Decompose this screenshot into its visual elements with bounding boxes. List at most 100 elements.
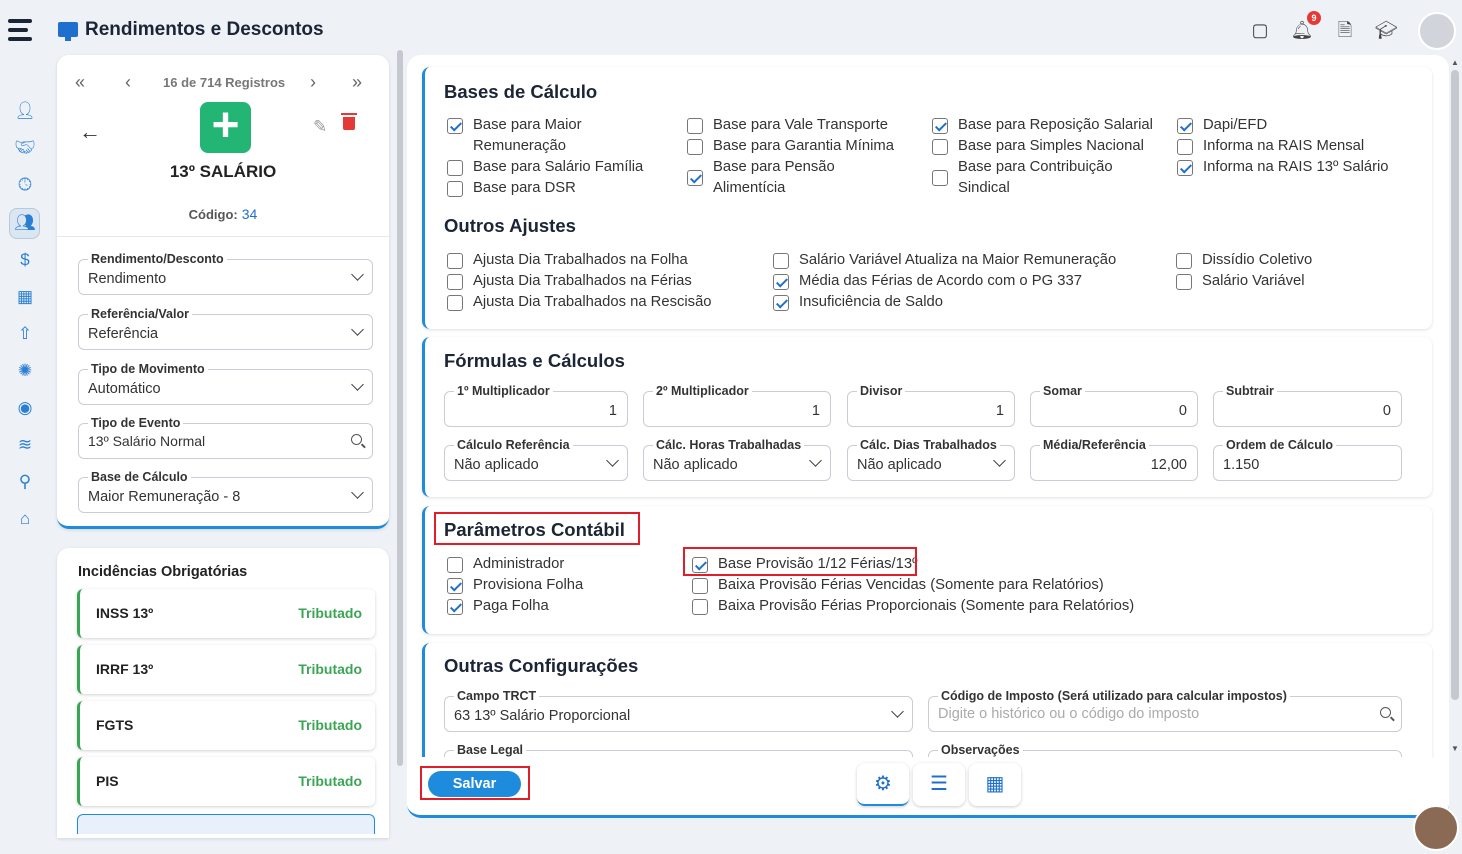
code-label: Código: <box>188 207 238 222</box>
calculator-icon[interactable]: ▦ <box>969 763 1021 806</box>
checkbox-label: Provisiona Folha <box>473 577 584 593</box>
media-referencia-input[interactable]: Média/Referência 12,00 <box>1030 438 1198 481</box>
back-arrow-icon[interactable]: ← <box>79 119 101 145</box>
somar-input[interactable]: Somar 0 <box>1030 384 1198 427</box>
first-record-button[interactable]: « <box>75 72 85 93</box>
calc-horas-select[interactable]: Cálc. Horas Trabalhadas Não aplicado <box>643 438 831 481</box>
left-scrollbar[interactable] <box>397 50 403 766</box>
field-label: Divisor <box>857 384 906 398</box>
incidence-status: Tributado <box>298 773 362 789</box>
money-bag-icon[interactable]: ◉ <box>12 395 38 421</box>
checkbox-provisiona-folha[interactable]: Provisiona Folha <box>447 575 583 596</box>
checkbox-base-reposicao-salarial[interactable]: Base para Reposição Salarial <box>932 115 1153 136</box>
next-record-button[interactable]: › <box>310 72 316 93</box>
user-settings-icon[interactable]: 👤︎ <box>12 98 38 124</box>
person-arrow-icon[interactable]: ⇧ <box>12 321 38 347</box>
divisor-input[interactable]: Divisor 1 <box>847 384 1015 427</box>
tipo-movimento-select[interactable]: Tipo de Movimento Automático <box>78 362 373 405</box>
checkbox-ajusta-folha[interactable]: Ajusta Dia Trabalhados na Folha <box>447 250 688 271</box>
incidence-item[interactable]: FGTS Tributado <box>77 701 375 750</box>
checkbox-base-dsr[interactable]: Base para DSR <box>447 178 576 199</box>
base-calculo-select[interactable]: Base de Cálculo Maior Remuneração - 8 <box>78 470 373 513</box>
users-icon[interactable]: 👥︎ <box>12 210 38 236</box>
tipo-evento-search[interactable]: Tipo de Evento 13º Salário Normal <box>78 416 373 459</box>
incidence-item-partial[interactable] <box>77 814 375 834</box>
checkbox-ajusta-ferias[interactable]: Ajusta Dia Trabalhados na Férias <box>447 271 692 292</box>
checkbox-baixa-ferias-vencidas[interactable]: Baixa Provisão Férias Vencidas (Somente … <box>692 575 1104 596</box>
incidence-item[interactable]: IRRF 13º Tributado <box>77 645 375 694</box>
calc-dias-select[interactable]: Cálc. Dias Trabalhados Não aplicado <box>847 438 1015 481</box>
avatar[interactable] <box>1418 12 1456 50</box>
checkbox-base-salario-familia[interactable]: Base para Salário Família <box>447 157 643 178</box>
checkbox-base-maior-remuneracao[interactable]: Base para Maior Remuneração <box>447 115 667 157</box>
referencia-valor-select[interactable]: Referência/Valor Referência <box>78 307 373 350</box>
scroll-up-icon[interactable]: ▲ <box>1451 58 1459 67</box>
multiplicador-2-input[interactable]: 2º Multiplicador 1 <box>643 384 831 427</box>
field-value: Não aplicado <box>454 457 539 473</box>
save-button[interactable]: Salvar <box>428 771 521 797</box>
checkbox-rais-13-salario[interactable]: Informa na RAIS 13º Salário <box>1177 157 1389 178</box>
checkbox-label: Base para DSR <box>473 180 576 196</box>
tablet-icon[interactable]: ▢ <box>1248 18 1272 42</box>
checkbox-dissidio-coletivo[interactable]: Dissídio Coletivo <box>1176 250 1312 271</box>
checkbox-insuficiencia-saldo[interactable]: Insuficiência de Saldo <box>773 292 943 313</box>
subtrair-input[interactable]: Subtrair 0 <box>1213 384 1402 427</box>
prev-record-button[interactable]: ‹ <box>125 72 131 93</box>
codigo-imposto-search[interactable]: Código de Imposto (Será utilizado para c… <box>928 689 1402 732</box>
main-scrollbar[interactable]: ▲ ▼ <box>1450 58 1462 758</box>
layers-icon[interactable]: ≋ <box>12 432 38 458</box>
record-status: 16 de 714 Registros <box>163 75 286 90</box>
field-value: Não aplicado <box>653 457 738 473</box>
trash-icon[interactable] <box>341 113 357 130</box>
pencil-icon[interactable]: ✎ <box>313 117 327 137</box>
checkbox-rais-mensal[interactable]: Informa na RAIS Mensal <box>1177 136 1364 157</box>
checkbox-salario-variavel[interactable]: Salário Variável <box>1176 271 1305 292</box>
checkbox-base-contribuicao-sindical[interactable]: Base para Contribuição Sindical <box>932 157 1142 199</box>
checkbox-media-ferias-pg337[interactable]: Média das Férias de Acordo com o PG 337 <box>773 271 1082 292</box>
scroll-down-icon[interactable]: ▼ <box>1451 744 1459 753</box>
search-document-icon[interactable]: 🗎 <box>1333 18 1357 42</box>
checkbox-label: Média das Férias de Acordo com o PG 337 <box>799 273 1082 289</box>
checkbox-salario-variavel-maior-rem[interactable]: Salário Variável Atualiza na Maior Remun… <box>773 250 1116 271</box>
graduation-cap-icon[interactable]: 🎓︎ <box>1374 18 1398 42</box>
ordem-calculo-input[interactable]: Ordem de Cálculo 1.150 <box>1213 438 1402 481</box>
home-icon[interactable]: ⌂ <box>12 506 38 532</box>
incidence-item[interactable]: INSS 13º Tributado <box>77 589 375 638</box>
dollar-icon[interactable]: $ <box>12 247 38 273</box>
scroll-thumb[interactable] <box>1451 70 1459 700</box>
checkbox-dapi-efd[interactable]: Dapi/EFD <box>1177 115 1267 136</box>
checkbox-base-garantia-minima[interactable]: Base para Garantia Mínima <box>687 136 894 157</box>
section-title: Fórmulas e Cálculos <box>444 350 625 371</box>
multiplicador-1-input[interactable]: 1º Multiplicador 1 <box>444 384 628 427</box>
checkbox-baixa-ferias-proporcionais[interactable]: Baixa Provisão Férias Proporcionais (Som… <box>692 596 1134 617</box>
search-icon[interactable] <box>1380 707 1391 718</box>
calculo-referencia-select[interactable]: Cálculo Referência Não aplicado <box>444 438 628 481</box>
incidence-item[interactable]: PIS Tributado <box>77 757 375 806</box>
checkbox-label: Base para Vale Transporte <box>713 117 888 133</box>
rendimento-desconto-select[interactable]: Rendimento/Desconto Rendimento <box>78 252 373 295</box>
checkbox-ajusta-rescisao[interactable]: Ajusta Dia Trabalhados na Rescisão <box>447 292 712 313</box>
checkbox-base-simples-nacional[interactable]: Base para Simples Nacional <box>932 136 1144 157</box>
notification-badge: 9 <box>1307 11 1321 25</box>
search-icon[interactable]: ⚲ <box>12 469 38 495</box>
assistant-avatar[interactable] <box>1413 805 1459 851</box>
sliders-icon[interactable]: ☰ <box>913 763 965 806</box>
checkbox-label: Insuficiência de Saldo <box>799 294 943 310</box>
checkbox-base-pensao-alimenticia[interactable]: Base para Pensão Alimentícia <box>687 157 837 199</box>
search-icon[interactable] <box>351 434 362 445</box>
clock-icon[interactable]: 🕓︎ <box>12 172 38 198</box>
handshake-icon[interactable]: 🤝︎ <box>12 135 38 161</box>
grid-icon[interactable]: ▦ <box>12 284 38 310</box>
last-record-button[interactable]: » <box>352 72 362 93</box>
checkbox-base-vale-transporte[interactable]: Base para Vale Transporte <box>687 115 888 136</box>
menu-icon[interactable] <box>8 19 32 45</box>
campo-trct-select[interactable]: Campo TRCT 63 13º Salário Proporcional <box>444 689 913 732</box>
network-icon[interactable]: ✺ <box>12 358 38 384</box>
gear-icon[interactable]: ⚙︎ <box>857 763 909 806</box>
incidence-name: FGTS <box>96 717 134 733</box>
chevron-down-icon <box>891 705 904 718</box>
checkbox-label: Administrador <box>473 556 565 572</box>
checkbox-paga-folha[interactable]: Paga Folha <box>447 596 549 617</box>
checkbox-administrador[interactable]: Administrador <box>447 554 564 575</box>
incidence-status: Tributado <box>298 717 362 733</box>
